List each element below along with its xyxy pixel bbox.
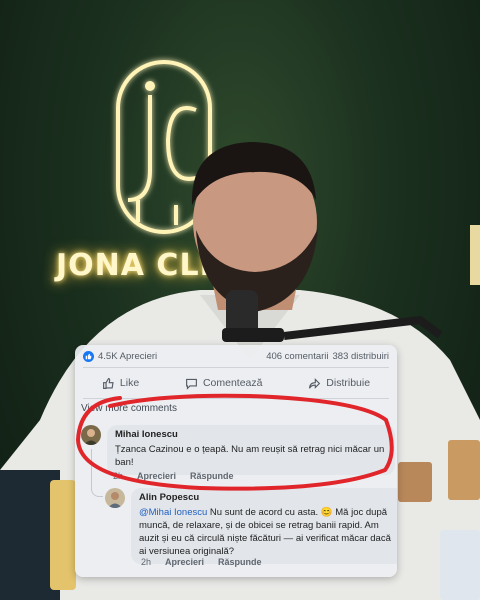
comment-text: @Mihai Ionescu Nu sunt de acord cu asta.… — [139, 506, 397, 558]
reply-item: Alin Popescu @Mihai Ionescu Nu sunt de a… — [105, 488, 397, 564]
comment-item: Mihai Ionescu Țzanca Cazinou e o țeapă. … — [81, 425, 395, 475]
reactions-summary[interactable]: 4.5K Aprecieri — [83, 350, 158, 362]
comment-meta: 2h Aprecieri Răspunde — [141, 557, 262, 567]
comment-bubble: Alin Popescu @Mihai Ionescu Nu sunt de a… — [131, 488, 397, 564]
comments-count[interactable]: 406 comentarii — [266, 351, 328, 362]
post-stats-bar: 4.5K Aprecieri 406 comentarii 383 distri… — [75, 345, 397, 367]
share-label: Distribuie — [326, 377, 371, 389]
like-comment-link[interactable]: Aprecieri — [165, 557, 204, 567]
background-light — [470, 225, 480, 285]
like-button[interactable]: Like — [102, 377, 139, 390]
view-more-comments-link[interactable]: View more comments — [75, 399, 397, 415]
like-comment-link[interactable]: Aprecieri — [137, 471, 176, 481]
comment-time[interactable]: 2h — [141, 557, 151, 567]
comment-bubble: Mihai Ionescu Țzanca Cazinou e o țeapă. … — [107, 425, 395, 475]
mention-link[interactable]: @Mihai Ionescu — [139, 507, 207, 518]
comment-time[interactable]: 2h — [113, 471, 123, 481]
post-actions: Like Comentează Distribuie — [75, 368, 397, 398]
avatar[interactable] — [105, 488, 125, 508]
comment-meta: 2h Aprecieri Răspunde — [113, 471, 234, 481]
comment-label: Comentează — [202, 377, 263, 389]
comment-icon — [186, 378, 197, 390]
comment-text: Țzanca Cazinou e o țeapă. Nu am reușit s… — [115, 444, 385, 468]
thumbs-up-icon — [83, 350, 94, 362]
avatar[interactable] — [81, 425, 101, 445]
thumbs-up-icon — [102, 377, 114, 389]
comment-author[interactable]: Mihai Ionescu — [115, 429, 387, 440]
facebook-post-card: 4.5K Aprecieri 406 comentarii 383 distri… — [75, 345, 397, 577]
comment-author[interactable]: Alin Popescu — [139, 492, 397, 503]
reply-link[interactable]: Răspunde — [218, 557, 262, 567]
likes-count: 4.5K Aprecieri — [98, 350, 158, 362]
share-icon — [309, 377, 321, 389]
shares-count[interactable]: 383 distribuiri — [333, 351, 390, 362]
comment-button[interactable]: Comentează — [185, 377, 263, 390]
like-label: Like — [119, 377, 140, 389]
reply-link[interactable]: Răspunde — [190, 471, 234, 481]
share-button[interactable]: Distribuie — [308, 377, 370, 390]
